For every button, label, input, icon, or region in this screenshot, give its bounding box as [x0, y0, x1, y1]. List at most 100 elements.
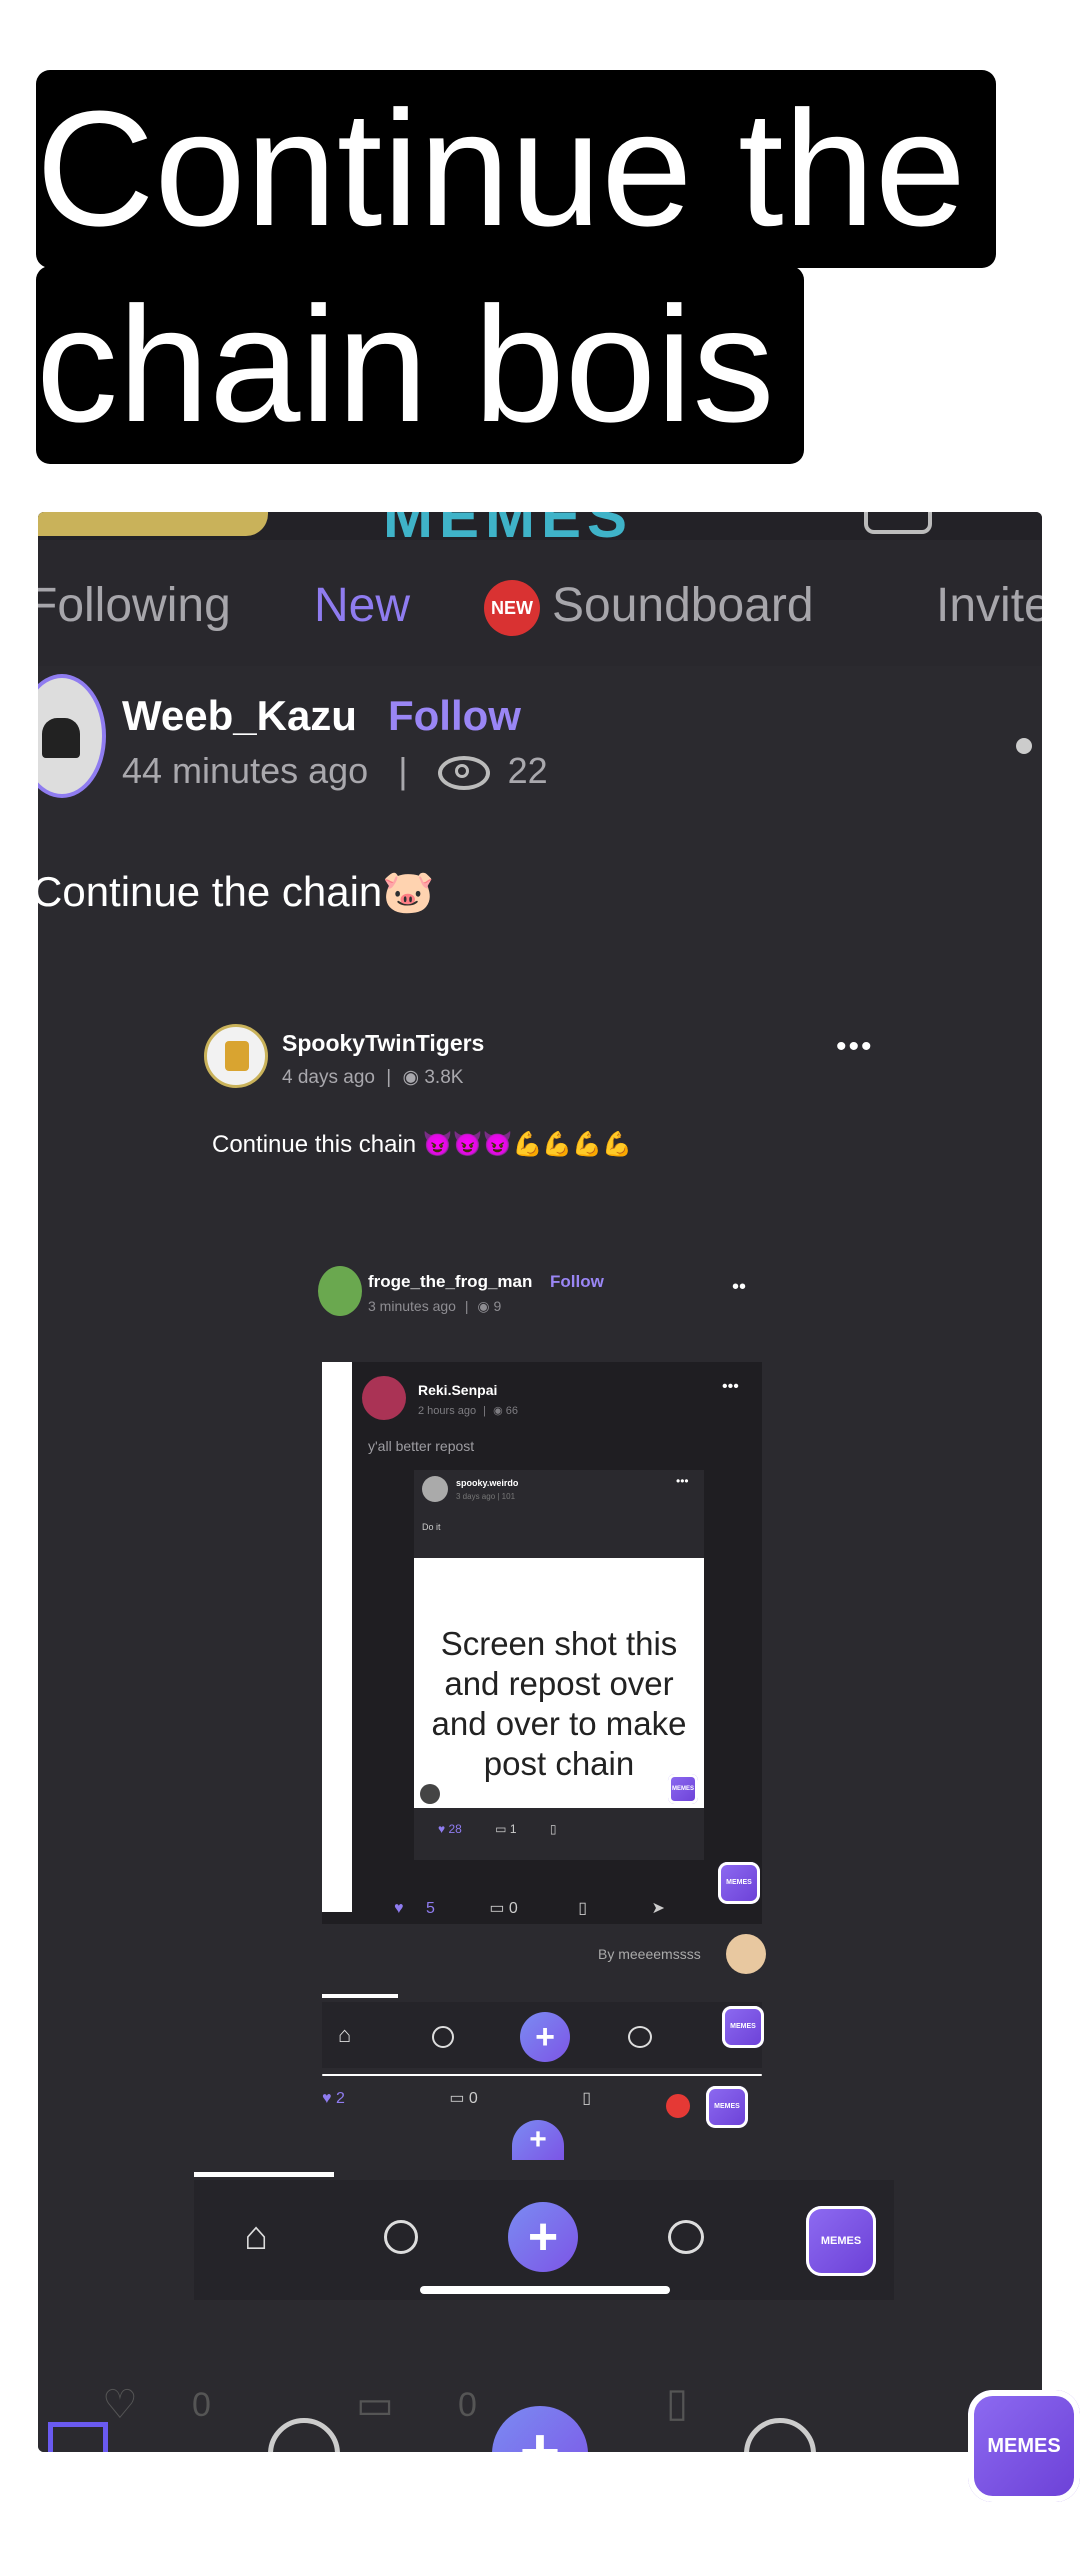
memes-logo-icon: MEMES: [718, 1862, 760, 1904]
memes-logo-icon: MEMES: [722, 2006, 764, 2048]
meme-image: Screen shot this and repost over and ove…: [414, 1558, 704, 1808]
bookmark-icon: ▯: [578, 1900, 588, 1917]
post-username[interactable]: Weeb_Kazu: [122, 692, 357, 740]
eye-icon: ◉: [493, 1405, 503, 1417]
tab-indicator: [194, 2172, 334, 2177]
byline: By meeeemssss: [598, 1946, 701, 1962]
new-badge: NEW: [484, 580, 540, 637]
post-views: 22: [507, 750, 548, 791]
tab-new[interactable]: New: [314, 578, 410, 633]
embedded-time: 2 hours ago: [418, 1405, 477, 1417]
screenshot-edge: [322, 1362, 352, 1912]
embedded-text: Do it: [422, 1522, 441, 1532]
plus-icon: +: [520, 2012, 570, 2062]
embedded-username: SpookyTwinTigers: [282, 1030, 485, 1056]
embedded-post-4: spooky.weirdo 3 days ago | 101 ••• Do it…: [414, 1470, 704, 1860]
embedded-views: 3.8K: [424, 1067, 464, 1088]
more-options-icon[interactable]: [1016, 738, 1032, 754]
tab-following[interactable]: Following: [38, 578, 231, 633]
comment-icon[interactable]: ▭: [356, 2382, 394, 2428]
bottom-nav: ⌂ + MEMES: [322, 2002, 764, 2068]
embedded-text: Continue this chain 😈😈😈💪💪💪💪: [212, 1131, 632, 1158]
home-icon[interactable]: [48, 2422, 108, 2452]
eye-icon: ◉: [402, 1067, 420, 1088]
record-dot-icon: [666, 2094, 690, 2118]
avatar: [204, 1024, 268, 1088]
embedded-views: 9: [493, 1298, 502, 1314]
embedded-views: 66: [505, 1405, 519, 1417]
avatar: [726, 1934, 766, 1974]
embedded-views: 101: [501, 1492, 516, 1501]
more-icon: •••: [722, 1378, 739, 1395]
embedded-username: Reki.Senpai: [418, 1382, 498, 1398]
eye-icon: ◉: [477, 1298, 490, 1314]
comment-count: 1: [509, 1822, 517, 1836]
chat-icon: [628, 2026, 652, 2048]
like-count: 28: [448, 1822, 462, 1836]
embedded-post-2: froge_the_frog_man Follow 3 minutes ago …: [318, 1264, 766, 2160]
eye-icon: [437, 756, 490, 791]
memes-logo-icon: MEMES: [706, 2086, 748, 2128]
action-row: ♥ 28 ▭ 1 ▯: [438, 1822, 557, 1836]
home-icon: ⌂: [244, 2214, 269, 2258]
embedded-meta: 4 days ago | ◉ 3.8K: [282, 1067, 464, 1088]
bookmark-icon: ▯: [549, 1822, 557, 1836]
embedded-post-3: Reki.Senpai 2 hours ago | ◉ 66 ••• y'all…: [322, 1362, 762, 1924]
embedded-time: 3 minutes ago: [368, 1298, 456, 1314]
header-pill[interactable]: [38, 512, 268, 536]
post-time: 44 minutes ago: [122, 750, 369, 791]
follow-button[interactable]: Follow: [388, 692, 521, 740]
home-indicator: [420, 2286, 670, 2294]
comment-icon: ▭: [489, 1900, 505, 1917]
comment-count: 0: [458, 2386, 477, 2424]
caption-line-1: Continue the: [36, 70, 997, 268]
tab-invite[interactable]: Invite: [936, 578, 1042, 633]
app-header: MEMES: [38, 512, 1042, 550]
avatar: [422, 1476, 448, 1502]
chat-icon[interactable]: [744, 2418, 816, 2452]
plus-icon[interactable]: +: [492, 2406, 588, 2452]
embedded-follow: Follow: [550, 1272, 604, 1291]
memes-logo-icon: MEMES: [806, 2206, 876, 2276]
search-icon[interactable]: [268, 2418, 340, 2452]
more-icon: •••: [676, 1474, 689, 1488]
comment-count: 0: [468, 2090, 478, 2107]
more-icon: ••: [732, 1276, 747, 1298]
post-text: Continue the chain🐷: [38, 868, 435, 915]
avatar[interactable]: [38, 674, 106, 798]
embedded-username: spooky.weirdo: [456, 1478, 519, 1488]
embedded-text: y'all better repost: [368, 1438, 475, 1454]
meme-image-text: Screen shot this and repost over and ove…: [431, 1625, 687, 1782]
inbox-icon[interactable]: [864, 512, 932, 534]
tab-soundboard-label: Soundboard: [552, 579, 814, 632]
avatar: [318, 1266, 362, 1316]
comment-count: 0: [508, 1900, 518, 1917]
feed-tabs: Following New NEW Soundboard Invite: [38, 540, 1042, 666]
embedded-time: 3 days ago: [456, 1492, 496, 1501]
byline-row: By meeeemssss: [322, 1926, 766, 1986]
heart-icon: ♥: [322, 2090, 332, 2107]
search-icon: [384, 2220, 418, 2254]
tab-indicator: [322, 1994, 398, 1998]
tab-soundboard[interactable]: NEW Soundboard: [484, 578, 814, 637]
divider: [322, 2074, 762, 2076]
bookmark-icon[interactable]: ▯: [666, 2380, 688, 2426]
meta-separator: |: [398, 750, 408, 791]
embedded-time: 4 days ago: [282, 1067, 375, 1088]
like-count: 5: [425, 1900, 435, 1917]
embedded-username: froge_the_frog_man: [368, 1272, 533, 1291]
heart-icon: ♥: [394, 1900, 404, 1917]
bottom-nav: ♡ 0 ▭ 0 + ▯: [38, 2362, 1042, 2452]
post-header: Weeb_Kazu Follow 44 minutes ago | 22: [38, 672, 1042, 802]
like-count: 2: [335, 2090, 345, 2107]
bookmark-icon: ▯: [582, 2090, 592, 2107]
home-icon: ⌂: [338, 2022, 352, 2047]
embedded-meta: 3 minutes ago | ◉ 9: [368, 1298, 502, 1314]
embedded-meta: 2 hours ago | ◉ 66: [418, 1405, 519, 1417]
memes-watermark-icon: MEMES: [968, 2390, 1080, 2502]
plus-icon: +: [508, 2202, 578, 2272]
avatar: [420, 1784, 440, 1804]
bottom-nav: ⌂ + MEMES: [194, 2180, 894, 2300]
avatar: [362, 1376, 406, 1420]
caption-line-2: chain bois: [36, 266, 805, 464]
